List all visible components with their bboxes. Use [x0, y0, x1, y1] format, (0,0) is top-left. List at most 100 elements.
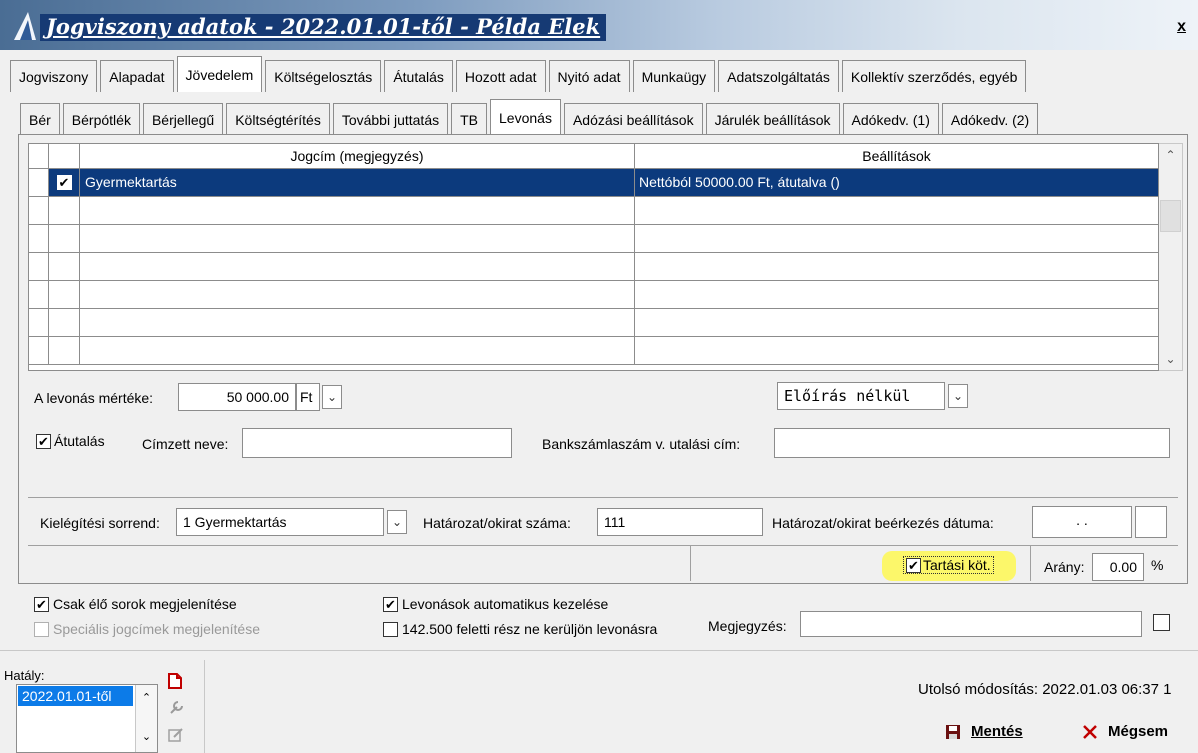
- row-checkbox-cell[interactable]: [49, 197, 80, 224]
- kielegitesi-select[interactable]: 1 Gyermektartás: [176, 508, 384, 536]
- feletti-checkbox[interactable]: [383, 621, 398, 637]
- grid-scrollbar[interactable]: ⌃ ⌄: [1159, 143, 1183, 371]
- tab-koltsegelosztas[interactable]: Költségelosztás: [265, 60, 382, 92]
- hataly-list[interactable]: 2022.01.01-től ⌃ ⌄: [16, 684, 158, 753]
- feletti-option[interactable]: 142.500 feletti rész ne kerüljön levonás…: [383, 621, 657, 637]
- beerkezes-date-picker[interactable]: [1135, 506, 1167, 538]
- cancel-button[interactable]: Mégsem: [1082, 723, 1168, 740]
- cell-beallitasok[interactable]: [635, 253, 1158, 280]
- levonasok-auto-option[interactable]: Levonások automatikus kezelése: [383, 596, 608, 612]
- row-checkbox-cell[interactable]: [49, 253, 80, 280]
- scroll-up-icon[interactable]: ⌃: [136, 691, 157, 704]
- specialis-option[interactable]: Speciális jogcímek megjelenítése: [34, 621, 260, 637]
- tab-hozott-adat[interactable]: Hozott adat: [455, 60, 546, 92]
- row-selector[interactable]: [29, 309, 49, 336]
- tab-tovabbi-juttatas[interactable]: További juttatás: [332, 103, 449, 135]
- row-checkbox-cell[interactable]: [49, 225, 80, 252]
- hatarozat-input[interactable]: 111: [597, 508, 763, 536]
- close-button[interactable]: x: [1177, 18, 1186, 36]
- scroll-down-icon[interactable]: ⌄: [1159, 352, 1182, 366]
- cell-jogcim[interactable]: Gyermektartás: [80, 169, 635, 196]
- row-checkbox-cell[interactable]: [49, 281, 80, 308]
- cell-beallitasok[interactable]: [635, 281, 1158, 308]
- tab-adokedv-1[interactable]: Adókedv. (1): [842, 103, 939, 135]
- levonas-unit[interactable]: Ft: [296, 383, 320, 411]
- cell-jogcim[interactable]: [80, 253, 635, 280]
- atutalas-checkbox[interactable]: [36, 433, 51, 449]
- table-row[interactable]: [29, 337, 1158, 365]
- tab-alapadat[interactable]: Alapadat: [100, 60, 174, 92]
- table-row[interactable]: [29, 197, 1158, 225]
- tab-atutalas[interactable]: Átutalás: [384, 60, 453, 92]
- tab-kollektiv[interactable]: Kollektív szerződés, egyéb: [841, 60, 1027, 92]
- row-selector[interactable]: [29, 225, 49, 252]
- new-document-icon[interactable]: [168, 673, 182, 689]
- tab-koltsegterites[interactable]: Költségtérítés: [226, 103, 330, 135]
- scroll-up-icon[interactable]: ⌃: [1159, 148, 1182, 162]
- hataly-list-item[interactable]: 2022.01.01-től: [18, 686, 133, 706]
- row-selector[interactable]: [29, 253, 49, 280]
- levonas-merteke-input[interactable]: 50 000.00: [178, 383, 296, 411]
- column-header-jogcim[interactable]: Jogcím (megjegyzés): [80, 144, 635, 168]
- tab-adokedv-2[interactable]: Adókedv. (2): [941, 103, 1039, 135]
- row-selector[interactable]: [29, 337, 49, 364]
- wrench-icon[interactable]: [168, 700, 184, 716]
- scroll-thumb[interactable]: [1160, 200, 1181, 232]
- scroll-down-icon[interactable]: ⌄: [136, 730, 157, 743]
- hataly-scrollbar[interactable]: ⌃ ⌄: [135, 685, 157, 752]
- row-selector[interactable]: [29, 169, 49, 196]
- tab-adatszolgaltatas[interactable]: Adatszolgáltatás: [718, 60, 839, 92]
- save-button[interactable]: Mentés: [945, 723, 1023, 740]
- row-checkbox-cell[interactable]: [49, 169, 80, 196]
- csak-elo-checkbox[interactable]: [34, 596, 49, 612]
- table-row[interactable]: [29, 225, 1158, 253]
- tab-levonas[interactable]: Levonás: [490, 99, 561, 135]
- tab-jovedelem[interactable]: Jövedelem: [176, 56, 263, 92]
- cell-jogcim[interactable]: [80, 281, 635, 308]
- cell-beallitasok[interactable]: Nettóból 50000.00 Ft, átutalva (): [635, 169, 1158, 196]
- tab-berjellegu[interactable]: Bérjellegű: [142, 103, 224, 135]
- levonasok-auto-checkbox[interactable]: [383, 596, 398, 612]
- row-selector[interactable]: [29, 281, 49, 308]
- table-row[interactable]: [29, 253, 1158, 281]
- cell-jogcim[interactable]: [80, 225, 635, 252]
- tab-tb[interactable]: TB: [451, 103, 488, 135]
- cell-jogcim[interactable]: [80, 337, 635, 364]
- cimzett-input[interactable]: [242, 428, 512, 458]
- beerkezes-date-input[interactable]: . .: [1032, 506, 1132, 538]
- bank-input[interactable]: [774, 428, 1170, 458]
- column-header-beallitasok[interactable]: Beállítások: [635, 144, 1158, 168]
- eloiras-dropdown[interactable]: ⌄: [948, 384, 968, 408]
- tab-berpotlek[interactable]: Bérpótlék: [62, 103, 140, 135]
- cell-jogcim[interactable]: [80, 309, 635, 336]
- tab-adozasi-beallitasok[interactable]: Adózási beállítások: [563, 103, 703, 135]
- cell-beallitasok[interactable]: [635, 225, 1158, 252]
- row-checkbox[interactable]: [56, 175, 72, 190]
- megjegyzes-input[interactable]: [800, 611, 1142, 637]
- eloiras-select[interactable]: Előírás nélkül: [777, 382, 945, 410]
- atutalas-option[interactable]: Átutalás: [36, 433, 105, 449]
- megjegyzes-checkbox-wrap[interactable]: [1153, 614, 1170, 634]
- arany-input[interactable]: 0.00: [1092, 553, 1144, 581]
- row-selector[interactable]: [29, 197, 49, 224]
- tartasi-option[interactable]: Tartási köt.: [903, 556, 994, 574]
- kielegitesi-dropdown[interactable]: ⌄: [387, 510, 407, 534]
- row-checkbox-cell[interactable]: [49, 337, 80, 364]
- cell-beallitasok[interactable]: [635, 337, 1158, 364]
- tab-ber[interactable]: Bér: [20, 103, 60, 135]
- table-row[interactable]: Gyermektartás Nettóból 50000.00 Ft, átut…: [29, 169, 1158, 197]
- table-row[interactable]: [29, 309, 1158, 337]
- tab-munkaugy[interactable]: Munkaügy: [632, 60, 716, 92]
- tab-jarulek-beallitasok[interactable]: Járulék beállítások: [705, 103, 840, 135]
- cell-beallitasok[interactable]: [635, 309, 1158, 336]
- tartasi-checkbox[interactable]: [906, 557, 921, 573]
- row-checkbox-cell[interactable]: [49, 309, 80, 336]
- cell-jogcim[interactable]: [80, 197, 635, 224]
- table-row[interactable]: [29, 281, 1158, 309]
- csak-elo-option[interactable]: Csak élő sorok megjelenítése: [34, 596, 237, 612]
- megjegyzes-checkbox[interactable]: [1153, 614, 1170, 631]
- cell-beallitasok[interactable]: [635, 197, 1158, 224]
- edit-icon[interactable]: [168, 727, 184, 743]
- levonas-unit-dropdown[interactable]: ⌄: [322, 385, 342, 409]
- tab-jogviszony[interactable]: Jogviszony: [10, 60, 98, 92]
